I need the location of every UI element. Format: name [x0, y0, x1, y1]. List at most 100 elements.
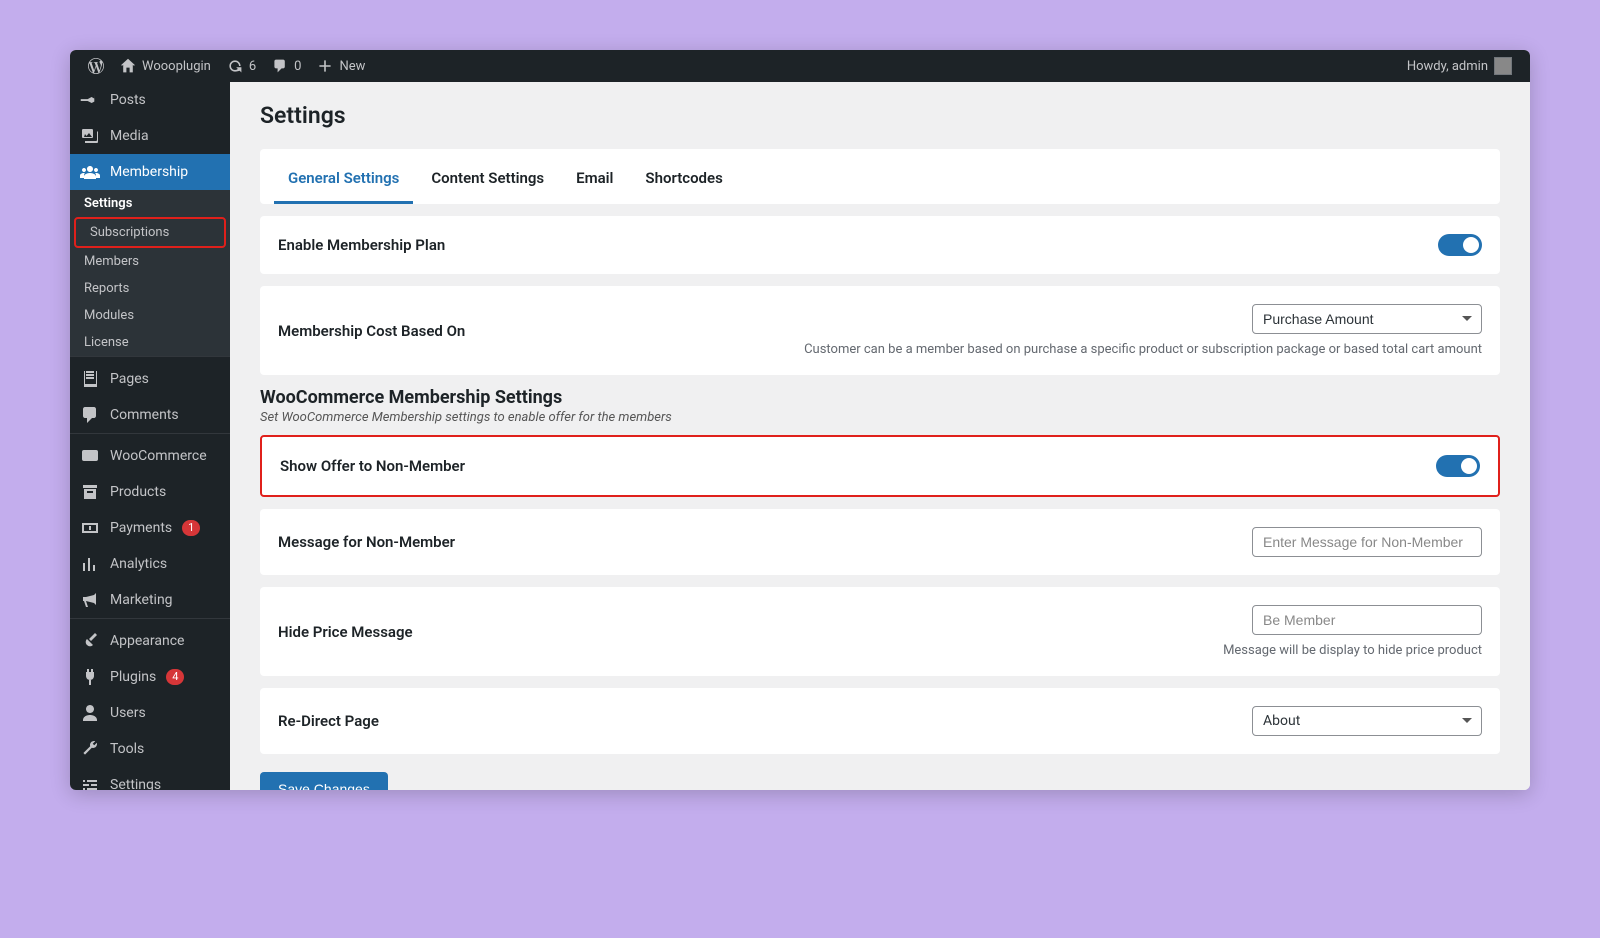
sidebar-item-plugins[interactable]: Plugins 4: [70, 659, 230, 695]
archive-icon: [80, 482, 100, 502]
home-icon: [120, 58, 136, 74]
plug-icon: [80, 667, 100, 687]
chart-icon: [80, 554, 100, 574]
sidebar-label: Products: [110, 484, 166, 500]
row-hide-price: Hide Price Message Message will be displ…: [260, 587, 1500, 676]
groups-icon: [80, 162, 100, 182]
hide-price-label: Hide Price Message: [278, 623, 413, 641]
sidebar-label: Pages: [110, 371, 149, 387]
row-msg-non-member: Message for Non-Member: [260, 509, 1500, 575]
enable-plan-label: Enable Membership Plan: [278, 236, 445, 254]
new-button[interactable]: New: [309, 58, 373, 74]
sidebar-label: Analytics: [110, 556, 167, 572]
site-name-button[interactable]: Woooplugin: [112, 58, 219, 74]
comment-icon: [80, 405, 100, 425]
tab-content[interactable]: Content Settings: [417, 163, 558, 201]
sidebar-item-tools[interactable]: Tools: [70, 731, 230, 767]
sidebar-label: Plugins: [110, 669, 156, 685]
cost-based-help: Customer can be a member based on purcha…: [804, 342, 1482, 357]
wordpress-icon: [88, 58, 104, 74]
page-icon: [80, 369, 100, 389]
row-enable-plan: Enable Membership Plan: [260, 216, 1500, 274]
msg-non-member-label: Message for Non-Member: [278, 533, 455, 551]
sidebar-item-comments[interactable]: Comments: [70, 397, 230, 433]
sidebar-item-membership[interactable]: Membership: [70, 154, 230, 190]
brush-icon: [80, 631, 100, 651]
comment-icon: [272, 58, 288, 74]
sidebar-label: Appearance: [110, 633, 184, 649]
sidebar-label: Media: [110, 128, 149, 144]
tabs: General Settings Content Settings Email …: [260, 149, 1500, 204]
sidebar-label: Marketing: [110, 592, 173, 608]
avatar: [1494, 57, 1512, 75]
sidebar-item-marketing[interactable]: Marketing: [70, 582, 230, 618]
sidebar-item-products[interactable]: Products: [70, 474, 230, 510]
sidebar-item-appearance[interactable]: Appearance: [70, 623, 230, 659]
sub-item-license[interactable]: License: [70, 329, 230, 356]
sidebar-label: Settings: [110, 777, 161, 790]
show-offer-label: Show Offer to Non-Member: [280, 457, 465, 475]
sidebar-item-payments[interactable]: Payments 1: [70, 510, 230, 546]
wc-section-title: WooCommerce Membership Settings: [260, 387, 1500, 408]
payments-badge: 1: [182, 520, 200, 536]
sidebar-label: Payments: [110, 520, 172, 536]
plugins-badge: 4: [166, 669, 184, 685]
sidebar-item-posts[interactable]: Posts: [70, 82, 230, 118]
pin-icon: [80, 90, 100, 110]
sidebar-item-analytics[interactable]: Analytics: [70, 546, 230, 582]
msg-non-member-input[interactable]: [1252, 527, 1482, 557]
show-offer-toggle[interactable]: [1436, 455, 1480, 477]
sidebar-item-media[interactable]: Media: [70, 118, 230, 154]
redirect-label: Re-Direct Page: [278, 712, 379, 730]
refresh-count: 6: [249, 59, 256, 74]
comments-button[interactable]: 0: [264, 58, 309, 74]
refresh-button[interactable]: 6: [219, 58, 264, 74]
tab-shortcodes[interactable]: Shortcodes: [631, 163, 736, 201]
sub-item-modules[interactable]: Modules: [70, 302, 230, 329]
comment-count: 0: [294, 59, 301, 74]
megaphone-icon: [80, 590, 100, 610]
sidebar-label: Users: [110, 705, 146, 721]
enable-plan-toggle[interactable]: [1438, 234, 1482, 256]
user-icon: [80, 703, 100, 723]
plus-icon: [317, 58, 333, 74]
sidebar-item-woocommerce[interactable]: WooCommerce: [70, 438, 230, 474]
media-icon: [80, 126, 100, 146]
sub-item-reports[interactable]: Reports: [70, 275, 230, 302]
site-name-label: Woooplugin: [142, 59, 211, 74]
sidebar-label: Comments: [110, 407, 179, 423]
redirect-select[interactable]: About: [1252, 706, 1482, 736]
sidebar-label: Membership: [110, 164, 188, 180]
sub-item-subscriptions[interactable]: Subscriptions: [76, 219, 224, 246]
content-area: Settings General Settings Content Settin…: [230, 82, 1530, 790]
money-icon: [80, 518, 100, 538]
tab-email[interactable]: Email: [562, 163, 627, 201]
page-title: Settings: [260, 102, 1500, 129]
admin-bar: Woooplugin 6 0 New Howdy, admin: [70, 50, 1530, 82]
sub-item-members[interactable]: Members: [70, 248, 230, 275]
new-label: New: [339, 59, 365, 74]
hide-price-help: Message will be display to hide price pr…: [1223, 643, 1482, 658]
settings-icon: [80, 775, 100, 790]
refresh-icon: [227, 58, 243, 74]
howdy-button[interactable]: Howdy, admin: [1399, 57, 1520, 75]
app-window: Woooplugin 6 0 New Howdy, admin Posts Me…: [70, 50, 1530, 790]
sidebar-submenu: Settings Subscriptions Members Reports M…: [70, 190, 230, 356]
sidebar-item-settings[interactable]: Settings: [70, 767, 230, 790]
sidebar: Posts Media Membership Settings Subscrip…: [70, 82, 230, 790]
wc-section-sub: Set WooCommerce Membership settings to e…: [260, 410, 1500, 425]
wrench-icon: [80, 739, 100, 759]
hide-price-input[interactable]: [1252, 605, 1482, 635]
cost-based-select[interactable]: Purchase Amount: [1252, 304, 1482, 334]
howdy-label: Howdy, admin: [1407, 59, 1488, 74]
wp-logo-button[interactable]: [80, 58, 112, 74]
tab-general[interactable]: General Settings: [274, 163, 413, 204]
row-show-offer: Show Offer to Non-Member: [260, 435, 1500, 497]
save-button[interactable]: Save Changes: [260, 772, 388, 790]
cost-based-label: Membership Cost Based On: [278, 322, 465, 340]
sidebar-item-users[interactable]: Users: [70, 695, 230, 731]
sidebar-label: Tools: [110, 741, 144, 757]
row-redirect: Re-Direct Page About: [260, 688, 1500, 754]
sidebar-item-pages[interactable]: Pages: [70, 361, 230, 397]
sub-item-settings[interactable]: Settings: [70, 190, 230, 217]
